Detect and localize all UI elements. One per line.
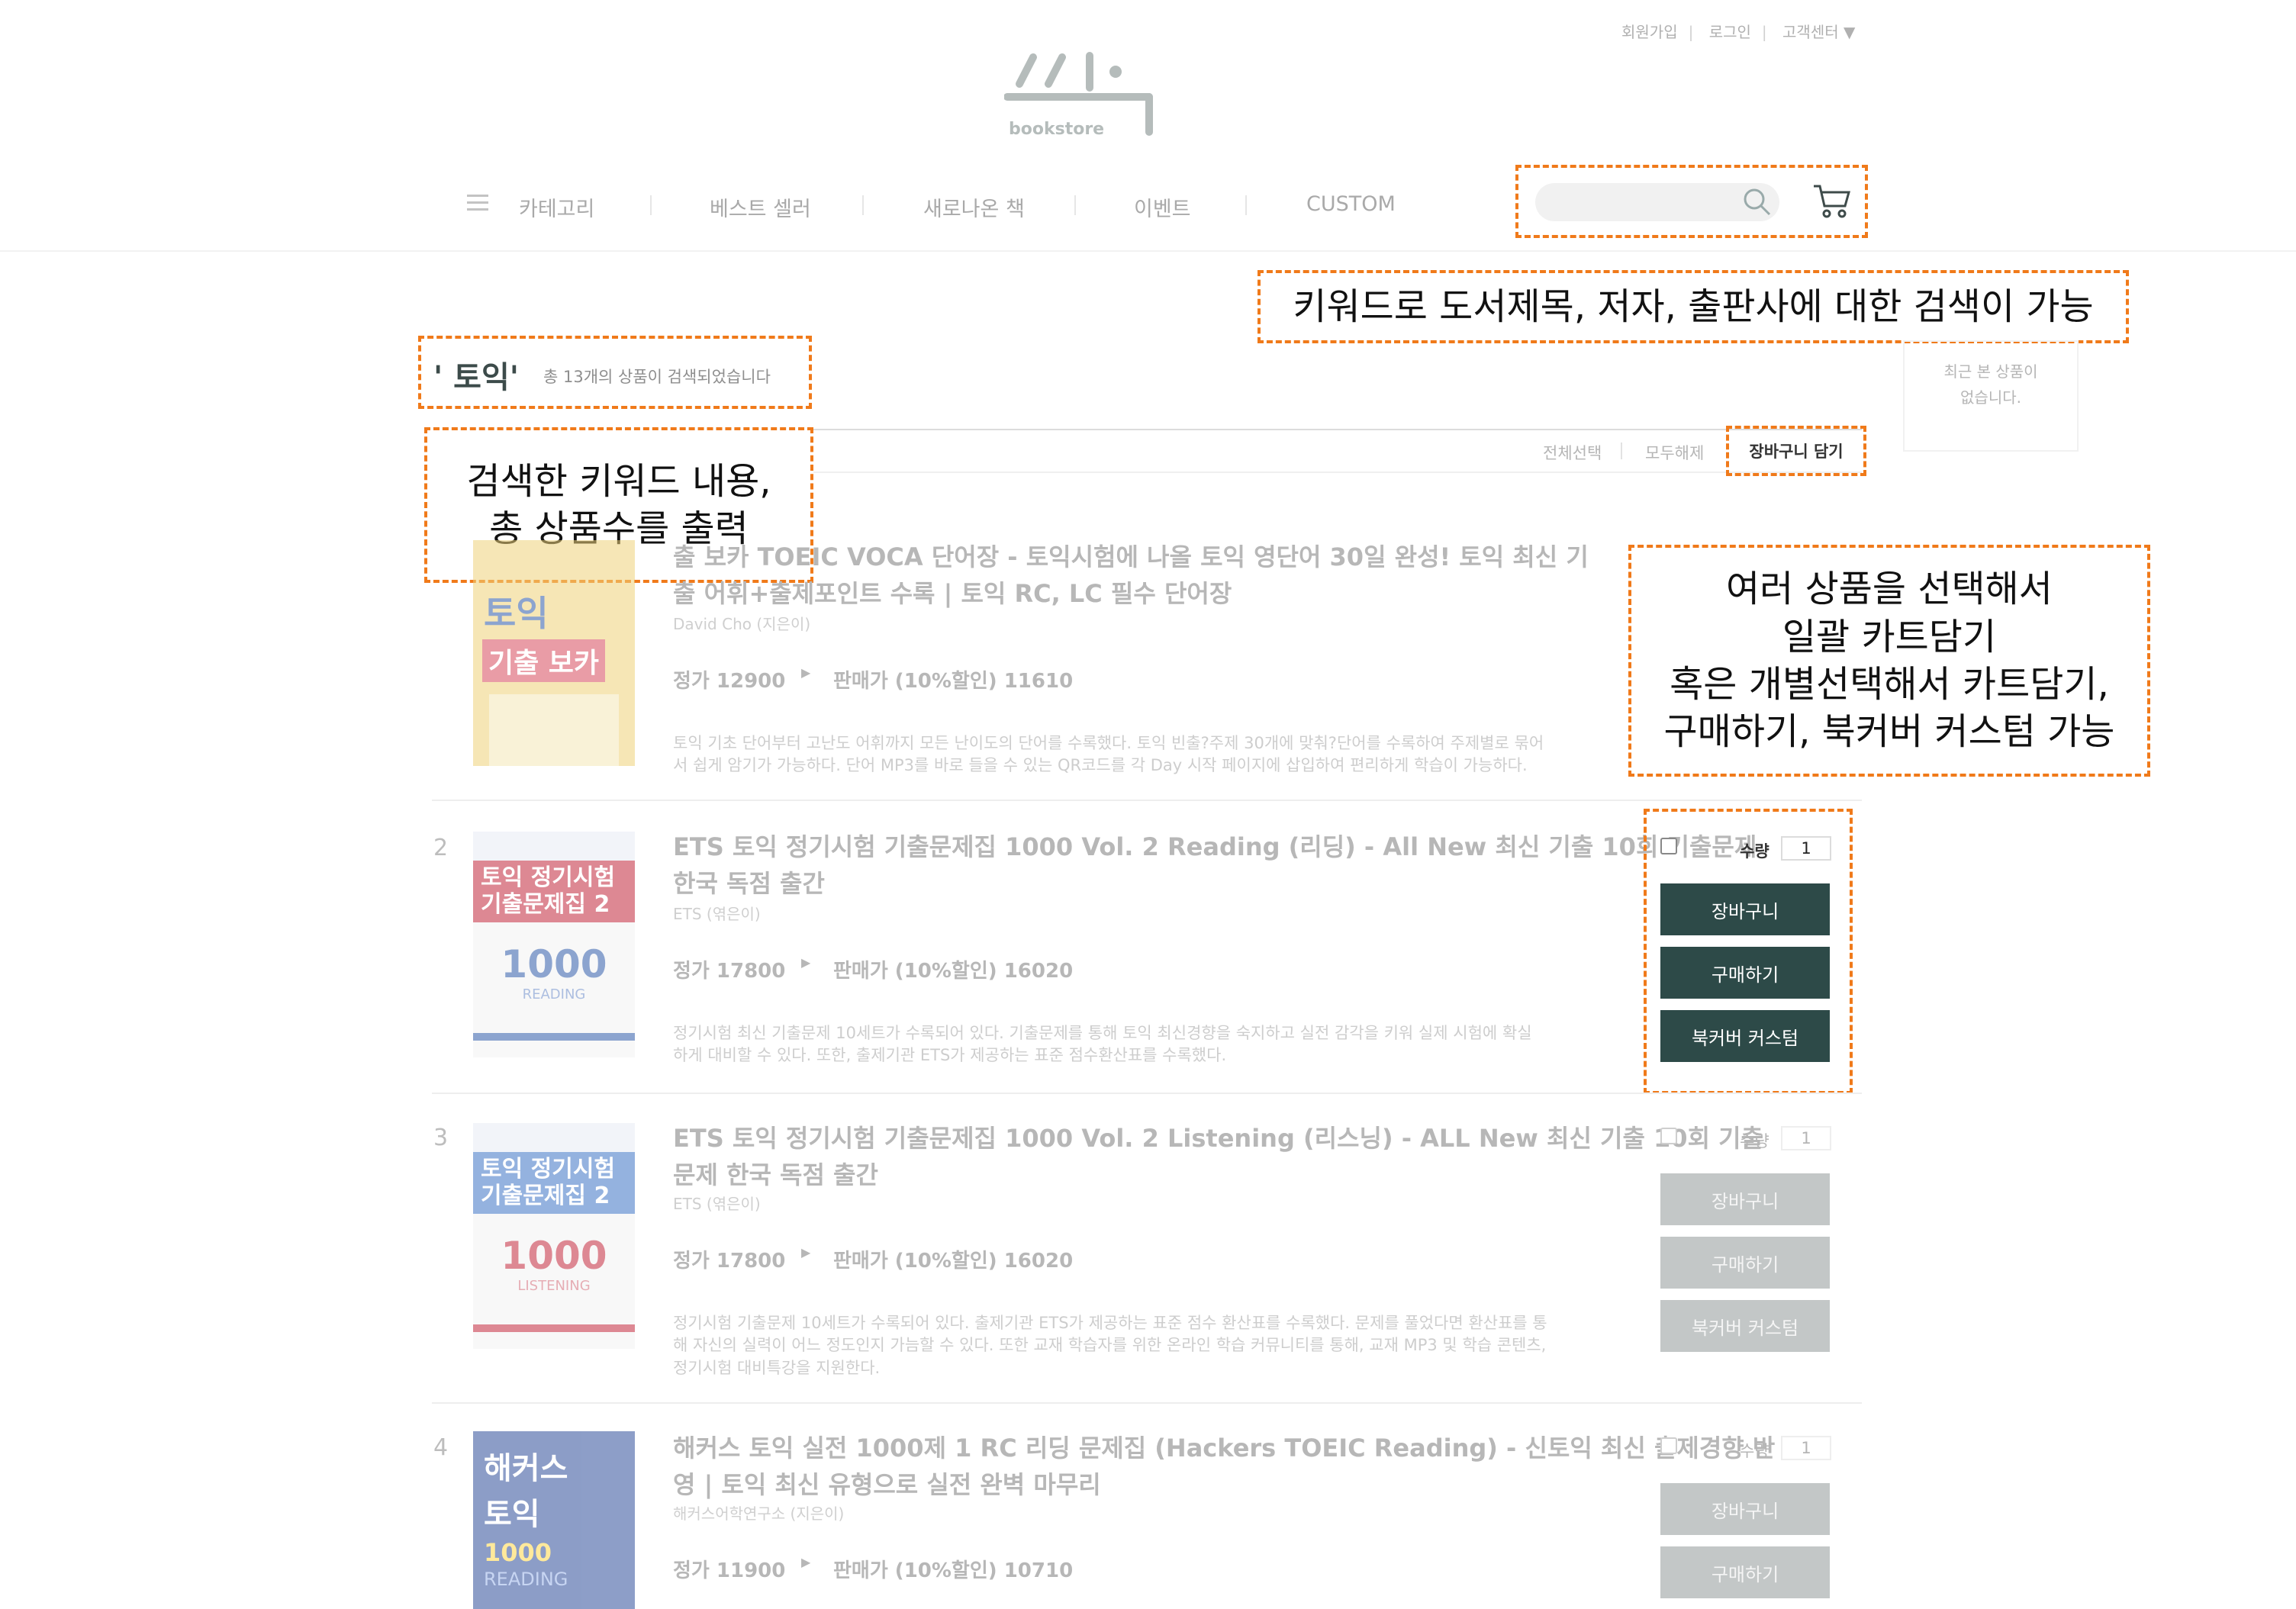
- arrow-right-icon: ▶: [801, 955, 811, 970]
- book-cover-custom-button[interactable]: 북커버 커스텀: [1660, 1300, 1830, 1352]
- quantity-label: 수량: [1740, 842, 1769, 861]
- buy-button[interactable]: 구매하기: [1660, 1237, 1830, 1289]
- recent-viewed-panel: 최근 본 상품이 없습니다.: [1903, 340, 2079, 452]
- book-cover[interactable]: 토익 정기시험 기출문제집 2 1000 READING: [473, 832, 635, 1057]
- nav-divider: [1245, 195, 1247, 215]
- buy-button[interactable]: 구매하기: [1660, 1546, 1830, 1598]
- deselect-all-button[interactable]: 모두해제: [1645, 441, 1704, 464]
- nav-new-books[interactable]: 새로나온 책: [923, 192, 1025, 222]
- quantity-input[interactable]: 1: [1781, 1126, 1831, 1150]
- item-checkbox[interactable]: [1660, 1437, 1677, 1454]
- sale-price: 판매가 (10%할인) 10710: [833, 1559, 1074, 1582]
- sale-price: 판매가 (10%할인) 11610: [833, 670, 1074, 693]
- book-title[interactable]: ETS 토익 정기시험 기출문제집 1000 Vol. 2 Listening …: [673, 1120, 1763, 1193]
- nav-category[interactable]: 카테고리: [519, 192, 594, 222]
- header-divider: [0, 250, 2296, 252]
- sale-price: 판매가 (10%할인) 16020: [833, 1250, 1074, 1273]
- book-author: David Cho (지은이): [673, 615, 811, 633]
- divider: [1621, 442, 1622, 459]
- add-to-cart-button[interactable]: 장바구니: [1660, 1173, 1830, 1225]
- book-author: ETS (엮은이): [673, 905, 761, 923]
- sale-price: 판매가 (10%할인) 16020: [833, 960, 1074, 983]
- book-description: 토익 기초 단어부터 고난도 어휘까지 모든 난이도의 단어를 수록했다. 토익…: [673, 734, 1544, 775]
- bulk-add-to-cart-label: 장바구니 담기: [1749, 442, 1844, 461]
- search-description-annotation: 키워드로 도서제목, 저자, 출판사에 대한 검색이 가능: [1257, 270, 2129, 343]
- util-links: 회원가입 | 로그인 | 고객센터 ▼: [1621, 23, 1856, 41]
- quantity-label: 수량: [1740, 1132, 1769, 1150]
- item-checkbox[interactable]: [1660, 1128, 1677, 1144]
- search-icon[interactable]: [1741, 186, 1773, 221]
- arrow-right-icon: ▶: [801, 1555, 811, 1569]
- result-count: 총 13개의 상품이 검색되었습니다: [543, 368, 771, 386]
- book-title[interactable]: 해커스 토익 실전 1000제 1 RC 리딩 문제집 (Hackers TOE…: [673, 1430, 1775, 1503]
- login-link[interactable]: 로그인: [1709, 23, 1751, 41]
- buy-button[interactable]: 구매하기: [1660, 947, 1830, 999]
- item-number: 4: [433, 1434, 449, 1461]
- book-cover[interactable]: 토익 기출 보카: [473, 540, 635, 766]
- list-price: 정가 17800: [673, 960, 786, 983]
- quantity-label: 수량: [1740, 1442, 1769, 1460]
- nav-divider: [1074, 195, 1076, 215]
- item-checkbox[interactable]: [1660, 838, 1677, 854]
- list-price: 정가 12900: [673, 670, 786, 693]
- book-description: 정기시험 기출문제 10세트가 수록되어 있다. 출제기관 ETS가 제공하는 …: [673, 1314, 1547, 1377]
- multi-select-line4: 구매하기, 북커버 커스텀 가능: [1663, 710, 2115, 754]
- add-to-cart-button[interactable]: 장바구니: [1660, 1483, 1830, 1535]
- cart-icon[interactable]: [1811, 182, 1851, 223]
- list-price: 정가 17800: [673, 1250, 786, 1273]
- book-author: 해커스어학연구소 (지은이): [673, 1504, 845, 1523]
- quantity-input[interactable]: 1: [1781, 836, 1831, 861]
- add-to-cart-button[interactable]: 장바구니: [1660, 883, 1830, 935]
- list-price: 정가 11900: [673, 1559, 786, 1582]
- nav-custom[interactable]: CUSTOM: [1306, 192, 1396, 216]
- nav-event[interactable]: 이벤트: [1134, 192, 1191, 222]
- arrow-right-icon: ▶: [801, 1245, 811, 1260]
- customer-center-link[interactable]: 고객센터 ▼: [1782, 23, 1855, 41]
- recent-empty-text: 최근 본 상품이 없습니다.: [1943, 362, 2038, 407]
- menu-icon[interactable]: [467, 192, 488, 211]
- row-divider: [432, 1093, 1862, 1094]
- book-cover[interactable]: 해커스 토익 1000 READING: [473, 1431, 635, 1609]
- signup-link[interactable]: 회원가입: [1621, 23, 1678, 41]
- logo-text: bookstore: [1009, 120, 1105, 139]
- row-divider: [432, 1402, 1862, 1404]
- row-divider: [432, 800, 1862, 801]
- nav-divider: [862, 195, 864, 215]
- multi-select-line2: 일괄 카트담기: [1782, 615, 1997, 658]
- book-cover[interactable]: 토익 정기시험 기출문제집 2 1000 LISTENING: [473, 1123, 635, 1349]
- keyword-description-line1: 검색한 키워드 내용,: [466, 459, 771, 503]
- book-title[interactable]: ETS 토익 정기시험 기출문제집 1000 Vol. 2 Reading (리…: [673, 829, 1757, 902]
- book-title[interactable]: 출 보카 TOEIC VOCA 단어장 - 토익시험에 나올 토익 영단어 30…: [673, 539, 1589, 612]
- multi-select-line1: 여러 상품을 선택해서: [1726, 568, 2053, 611]
- bulk-add-to-cart-button[interactable]: 장바구니 담기: [1726, 426, 1866, 476]
- book-author: ETS (엮은이): [673, 1195, 761, 1213]
- select-all-button[interactable]: 전체선택: [1543, 441, 1602, 464]
- book-cover-custom-button[interactable]: 북커버 커스텀: [1660, 1010, 1830, 1062]
- nav-bestseller[interactable]: 베스트 셀러: [710, 192, 811, 222]
- item-number: 3: [433, 1125, 449, 1151]
- nav-divider: [650, 195, 652, 215]
- item-number: 2: [433, 835, 449, 861]
- search-description-text: 키워드로 도서제목, 저자, 출판사에 대한 검색이 가능: [1293, 285, 2094, 328]
- quantity-input[interactable]: 1: [1781, 1436, 1831, 1460]
- book-description: 정기시험 최신 기출문제 10세트가 수록되어 있다. 기출문제를 통해 토익 …: [673, 1024, 1532, 1065]
- multi-select-line3: 혹은 개별선택해서 카트담기,: [1670, 663, 2109, 706]
- multi-select-annotation: 여러 상품을 선택해서 일괄 카트담기 혹은 개별선택해서 카트담기, 구매하기…: [1628, 545, 2150, 777]
- search-keyword: ' 토익': [433, 360, 520, 395]
- logo[interactable]: bookstore: [1003, 42, 1157, 145]
- arrow-right-icon: ▶: [801, 665, 811, 680]
